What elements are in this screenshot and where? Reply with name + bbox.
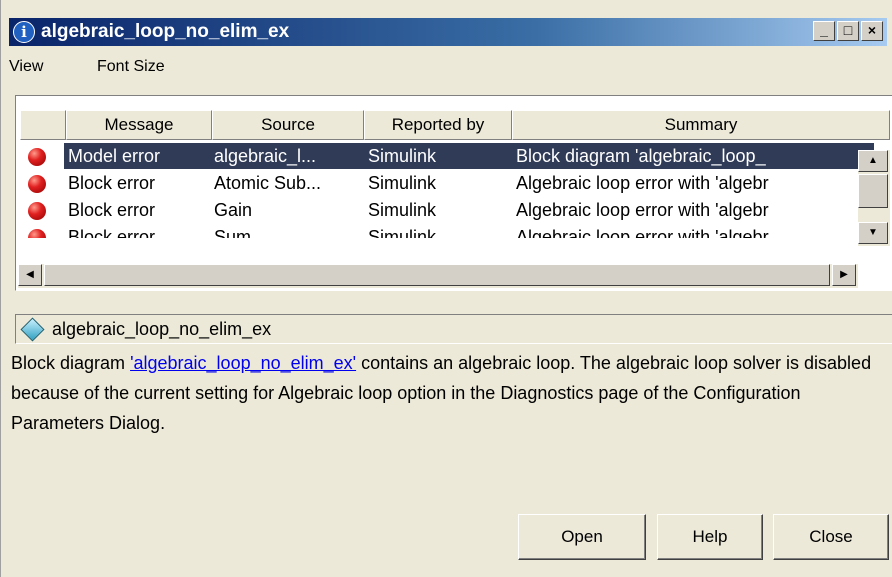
message-text: Block diagram 'algebraic_loop_no_elim_ex… [11,348,881,438]
info-icon: i [13,21,35,43]
cell-source: algebraic_l... [214,146,317,166]
menu-view[interactable]: View [9,58,43,76]
message-prefix: Block diagram [11,353,131,373]
header-icon-column[interactable] [20,110,66,140]
detail-title: algebraic_loop_no_elim_ex [52,319,272,339]
header-reported-by[interactable]: Reported by [364,110,512,140]
vertical-scroll-thumb[interactable] [858,174,888,208]
window-title: algebraic_loop_no_elim_ex [41,21,290,42]
error-icon [28,148,46,166]
title-bar[interactable]: i algebraic_loop_no_elim_ex _ □ × [9,18,887,46]
detail-header: algebraic_loop_no_elim_ex [15,314,892,344]
cell-message: Block error [68,200,156,220]
cell-reported-by: Simulink [368,146,437,166]
vertical-scrollbar[interactable]: ▲ ▼ [858,150,890,246]
help-button[interactable]: Help [657,514,763,560]
open-button[interactable]: Open [518,514,646,560]
cell-summary: Block diagram 'algebraic_loop_ [516,146,766,166]
cell-source: Gain [214,200,253,220]
scroll-up-button[interactable]: ▲ [858,150,888,172]
close-button[interactable]: Close [773,514,889,560]
messages-table: Message Source Reported by Summary Model… [15,95,892,291]
header-source[interactable]: Source [212,110,364,140]
cell-summary: Algebraic loop error with 'algebr [516,200,769,220]
table-row[interactable]: Block error Sum Simulink Algebraic loop … [16,224,880,238]
cell-message: Model error [68,146,161,166]
error-icon [28,202,46,220]
cell-summary: Algebraic loop error with 'algebr [516,173,769,193]
cell-source: Sum [214,227,252,238]
cell-reported-by: Simulink [368,173,437,193]
diagnostic-viewer-window: i algebraic_loop_no_elim_ex _ □ × View F… [0,0,892,577]
horizontal-scroll-thumb[interactable] [44,264,830,286]
minimize-button[interactable]: _ [813,21,835,41]
error-icon [28,229,46,238]
cell-message: Block error [68,173,156,193]
table-row[interactable]: Block error Atomic Sub... Simulink Algeb… [16,170,880,196]
model-icon [20,317,45,342]
cell-source: Atomic Sub... [214,173,322,193]
cell-reported-by: Simulink [368,227,437,238]
close-window-button[interactable]: × [861,21,883,41]
scroll-down-button[interactable]: ▼ [858,222,888,244]
menu-font-size[interactable]: Font Size [97,58,165,76]
error-icon [28,175,46,193]
cell-reported-by: Simulink [368,200,437,220]
window-controls: _ □ × [813,21,883,41]
model-link[interactable]: 'algebraic_loop_no_elim_ex' [130,353,356,373]
scroll-left-button[interactable]: ◀ [18,264,42,286]
cell-summary: Algebraic loop error with 'algebr [516,227,769,238]
table-row[interactable]: Model error algebraic_l... Simulink Bloc… [16,143,880,169]
scroll-right-button[interactable]: ▶ [832,264,856,286]
horizontal-scrollbar[interactable]: ◀ ▶ [18,264,858,288]
header-summary[interactable]: Summary [512,110,890,140]
table-row[interactable]: Block error Gain Simulink Algebraic loop… [16,197,880,223]
header-message[interactable]: Message [66,110,212,140]
maximize-button[interactable]: □ [837,21,859,41]
cell-message: Block error [68,227,156,238]
